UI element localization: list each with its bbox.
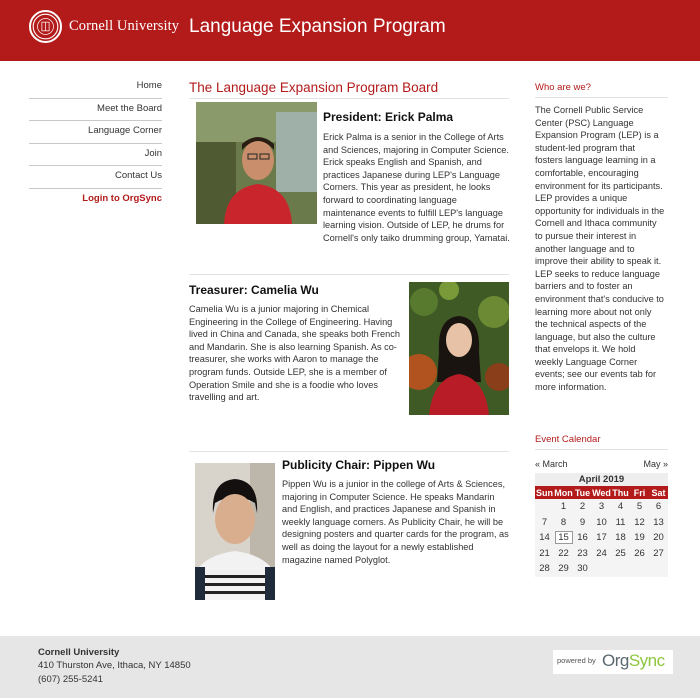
weekday-header: Fri [630, 486, 649, 499]
bio-text-treasurer: Camelia Wu is a junior majoring in Chemi… [189, 304, 400, 403]
bio-name-president: President: Erick Palma [323, 110, 454, 124]
calendar-day[interactable]: 29 [554, 561, 573, 577]
nav-item-home[interactable]: Home [29, 76, 162, 99]
weekday-header: Wed [592, 486, 611, 499]
login-orgsync-link[interactable]: Login to OrgSync [29, 189, 162, 212]
weekday-header: Tue [573, 486, 592, 499]
footer-org-name: Cornell University [38, 647, 120, 658]
orgsync-logo: OrgSync [602, 651, 665, 671]
erick-palma-photo [196, 102, 317, 224]
calendar-day[interactable]: 24 [592, 545, 611, 561]
calendar-day[interactable]: 30 [573, 561, 592, 577]
calendar-week-row: 21 22 23 24 25 26 27 [535, 545, 668, 561]
bio-name-publicity-chair: Publicity Chair: Pippen Wu [282, 458, 436, 472]
nav-item-contact-us[interactable]: Contact Us [29, 166, 162, 189]
page-title: The Language Expansion Program Board [189, 80, 509, 99]
calendar-day[interactable]: 2 [573, 499, 592, 515]
university-logo-text[interactable]: Cornell University [69, 18, 179, 35]
powered-by-orgsync-badge[interactable]: powered by OrgSync [553, 650, 673, 674]
left-nav: Home Meet the Board Language Corner Join… [29, 76, 162, 211]
calendar-heading: Event Calendar [535, 434, 668, 450]
weekday-header: Sat [649, 486, 668, 499]
calendar-day[interactable]: 12 [630, 514, 649, 530]
calendar-day[interactable]: 9 [573, 514, 592, 530]
calendar-day[interactable]: 19 [630, 530, 649, 546]
calendar-day[interactable]: 22 [554, 545, 573, 561]
calendar-day[interactable]: 27 [649, 545, 668, 561]
footer-phone: (607) 255-5241 [38, 674, 103, 685]
calendar-week-row: 123456 [535, 499, 668, 515]
calendar-day[interactable]: 18 [611, 530, 630, 546]
calendar-day[interactable]: 7 [535, 514, 554, 530]
calendar-day-label: 15 [554, 531, 573, 545]
calendar-day[interactable]: 26 [630, 545, 649, 561]
section-divider [189, 274, 509, 275]
nav-item-meet-the-board[interactable]: Meet the Board [29, 99, 162, 121]
calendar-month-label: April 2019 [535, 473, 668, 486]
footer-address: 410 Thurston Ave, Ithaca, NY 14850 [38, 660, 191, 671]
weekday-header: Sun [535, 486, 554, 499]
camelia-wu-photo [409, 282, 509, 415]
calendar-day[interactable]: 13 [649, 514, 668, 530]
calendar-day[interactable]: 17 [592, 530, 611, 546]
orgsync-logo-part-a: Org [602, 651, 629, 670]
calendar-next-month-link[interactable]: May » [643, 459, 668, 469]
calendar-day[interactable]: 4 [611, 499, 630, 515]
bio-text-president: Erick Palma is a senior in the College o… [323, 132, 510, 243]
pippen-wu-photo [195, 463, 275, 600]
calendar-day[interactable]: 6 [649, 499, 668, 515]
calendar-empty-cell [630, 561, 649, 577]
cornell-seal-icon[interactable] [29, 10, 62, 43]
calendar-day[interactable]: 10 [592, 514, 611, 530]
calendar-empty-cell [611, 561, 630, 577]
calendar-week-row: 7 8 9 10 11 12 13 [535, 514, 668, 530]
site-header: Cornell University Language Expansion Pr… [0, 0, 700, 61]
calendar-empty-cell [649, 561, 668, 577]
calendar-day[interactable]: 21 [535, 545, 554, 561]
calendar-day[interactable]: 25 [611, 545, 630, 561]
calendar-day[interactable]: 3 [592, 499, 611, 515]
calendar-day[interactable]: 28 [535, 561, 554, 577]
about-text: The Cornell Public Service Center (PSC) … [535, 105, 665, 393]
bio-name-treasurer: Treasurer: Camelia Wu [189, 283, 319, 297]
calendar-day[interactable]: 8 [554, 514, 573, 530]
calendar-prev-month-link[interactable]: « March [535, 459, 568, 469]
calendar-day[interactable]: 20 [649, 530, 668, 546]
nav-item-language-corner[interactable]: Language Corner [29, 121, 162, 144]
calendar-day[interactable]: 1 [554, 499, 573, 515]
orgsync-logo-part-b: Sync [628, 651, 665, 670]
bio-text-publicity-chair: Pippen Wu is a junior in the college of … [282, 479, 509, 565]
program-title[interactable]: Language Expansion Program [189, 16, 446, 38]
calendar-empty-cell [592, 561, 611, 577]
weekday-header: Mon [554, 486, 573, 499]
site-footer: Cornell University 410 Thurston Ave, Ith… [0, 636, 700, 698]
calendar-empty-cell [535, 499, 554, 515]
weekday-header: Thu [611, 486, 630, 499]
calendar-day[interactable]: 16 [573, 530, 592, 546]
calendar-day[interactable]: 14 [535, 530, 554, 546]
section-divider [189, 451, 509, 452]
calendar-day[interactable]: 11 [611, 514, 630, 530]
event-calendar: « March May » April 2019 Sun Mon Tue Wed… [535, 457, 668, 577]
calendar-grid: Sun Mon Tue Wed Thu Fri Sat 1 2 3 4 5 6 7 8 9 10 1… [535, 486, 668, 577]
nav-item-join[interactable]: Join [29, 144, 162, 166]
calendar-week-row: 14 15 16 17 18 19 20 [535, 530, 668, 546]
calendar-week-row: 28 29 30 [535, 561, 668, 577]
calendar-day[interactable]: 5 [630, 499, 649, 515]
calendar-day-today[interactable]: 15 [554, 530, 573, 546]
powered-by-label: powered by [557, 656, 596, 665]
calendar-day[interactable]: 23 [573, 545, 592, 561]
about-heading: Who are we? [535, 82, 668, 98]
